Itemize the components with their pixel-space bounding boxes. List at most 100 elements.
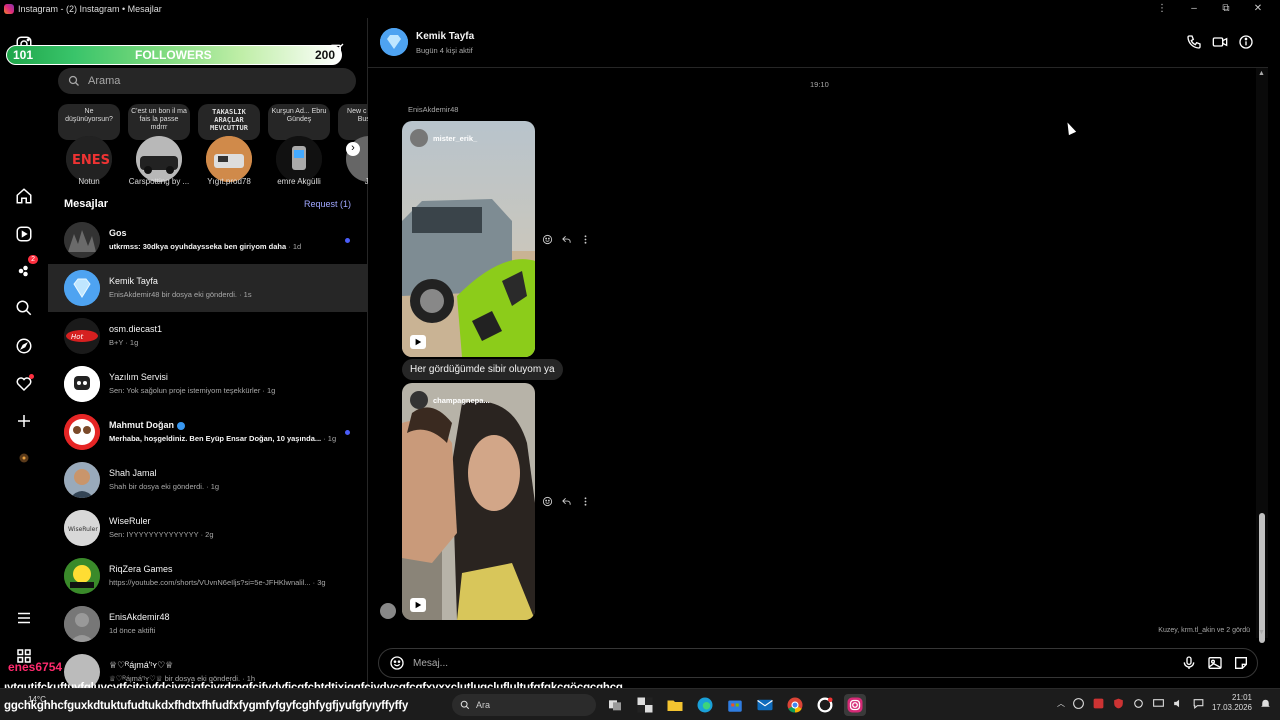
unread-dot — [345, 238, 350, 243]
mail-icon[interactable] — [754, 694, 776, 716]
conversation-name: EnisAkdemir48 — [109, 612, 170, 622]
verified-badge-icon — [177, 421, 185, 430]
messages-header: Mesajlar — [64, 198, 109, 210]
conversation-item[interactable]: RiqZera Games https://youtube.com/shorts… — [48, 552, 368, 600]
create-plus-icon[interactable] — [14, 411, 34, 431]
more-options-icon[interactable] — [580, 496, 591, 507]
tray-app-icon[interactable] — [1072, 697, 1085, 710]
store-icon[interactable] — [724, 694, 746, 716]
scrollbar-thumb[interactable] — [1259, 513, 1265, 643]
react-emoji-icon[interactable] — [542, 496, 553, 507]
system-tray: ︿ 21:01 17.03.2026 — [1057, 693, 1272, 713]
volume-icon[interactable] — [1172, 697, 1185, 710]
note-avatar — [276, 136, 322, 182]
tray-settings-icon[interactable] — [1132, 697, 1145, 710]
window-minimize-button[interactable]: – — [1178, 0, 1210, 18]
chat-bubble-icon[interactable] — [1192, 697, 1205, 710]
message-composer[interactable]: Mesaj... — [378, 648, 1258, 678]
message-timestamp: 19:10 — [810, 80, 829, 89]
scroll-down-arrow-icon[interactable]: ▼ — [1258, 629, 1265, 636]
clock-time: 21:01 — [1231, 693, 1252, 702]
conversation-avatar — [64, 222, 100, 258]
conversation-name: RiqZera Games — [109, 564, 173, 574]
reply-icon[interactable] — [561, 234, 572, 245]
conversation-time: · 1g — [321, 434, 337, 443]
conversation-item[interactable]: Shah Jamal Shah bir dosya eki gönderdi. … — [48, 456, 368, 504]
info-icon[interactable] — [1238, 34, 1254, 50]
search-input[interactable]: Arama — [58, 68, 356, 94]
edge-browser-icon[interactable] — [694, 694, 716, 716]
followers-progress-bar: 101 FOLLOWERS 200 — [6, 45, 342, 65]
profile-avatar-icon[interactable] — [14, 448, 34, 468]
reels-icon[interactable] — [14, 224, 34, 244]
conversation-avatar — [64, 414, 100, 450]
notifications-bell-icon[interactable] — [1259, 697, 1272, 710]
window-menu-button[interactable]: ⋮ — [1146, 0, 1178, 18]
reel-author-name: mister_erik_ — [433, 133, 478, 143]
conversation-name-text: Mahmut Doğan — [109, 420, 174, 430]
request-link[interactable]: Request (1) — [304, 199, 351, 209]
image-upload-icon[interactable] — [1207, 655, 1223, 671]
window-maximize-button[interactable]: ⧉ — [1210, 0, 1242, 18]
reel-play-icon — [410, 335, 426, 349]
sticker-icon[interactable] — [1233, 655, 1249, 671]
conversation-item[interactable]: WiseRuler WiseRuler Sen: IYYYYYYYYYYYYYY… — [48, 504, 368, 552]
task-view-icon[interactable] — [604, 694, 626, 716]
notes-next-arrow-icon[interactable]: › — [346, 142, 360, 156]
conversation-item[interactable]: Yazılım Servisi Sen: Yok sağolun proje i… — [48, 360, 368, 408]
chat-scrollbar[interactable]: ▲ ▼ — [1256, 68, 1268, 643]
conversation-name: Shah Jamal — [109, 468, 157, 478]
conversation-preview: B+Y — [109, 338, 124, 347]
conversation-preview: Shah bir dosya eki gönderdi. — [109, 482, 205, 491]
github-desktop-icon[interactable] — [814, 694, 836, 716]
network-icon[interactable] — [1152, 697, 1165, 710]
conversation-avatar — [64, 558, 100, 594]
conversation-avatar — [64, 462, 100, 498]
shared-reel-2[interactable]: champagnepa... — [402, 383, 535, 620]
notifications-heart-icon[interactable] — [14, 374, 34, 394]
react-emoji-icon[interactable] — [542, 234, 553, 245]
chat-name[interactable]: Kemik Tayfa — [416, 31, 474, 42]
home-icon[interactable] — [14, 186, 34, 206]
reply-icon[interactable] — [561, 496, 572, 507]
conversation-time: · 1s — [236, 290, 252, 299]
more-menu-icon[interactable] — [14, 608, 34, 628]
scroll-up-arrow-icon[interactable]: ▲ — [1258, 70, 1265, 77]
taskbar-search-icon — [460, 700, 470, 710]
conversation-item[interactable]: EnisAkdemir48 1d önce aktifti — [48, 600, 368, 648]
note-avatar — [136, 136, 182, 182]
note-name: Yıgıt.prod78 — [207, 177, 251, 186]
conversation-item-active[interactable]: Kemik Tayfa EnisAkdemir48 bir dosya eki … — [48, 264, 368, 312]
conversation-item[interactable]: Gos utkrmss: 30dkya oyuhdaysseka ben gir… — [48, 216, 368, 264]
reel-thumbnail-2 — [402, 383, 535, 620]
explore-icon[interactable] — [14, 336, 34, 356]
messenger-icon[interactable]: 2 — [14, 255, 38, 281]
shared-reel-1[interactable]: mister_erik_ — [402, 121, 535, 357]
conversation-time: · 1g — [123, 338, 139, 347]
system-clock[interactable]: 21:01 17.03.2026 — [1212, 693, 1252, 713]
reel-author-avatar — [410, 129, 428, 147]
conversation-item[interactable]: Mahmut Doğan Merhaba, hoşgeldiniz. Ben E… — [48, 408, 368, 456]
note-name: Carspotting by ... — [128, 177, 190, 186]
instagram-app-icon — [4, 4, 14, 14]
video-call-icon[interactable] — [1212, 34, 1228, 50]
emoji-picker-icon[interactable] — [389, 655, 405, 671]
tray-shield-icon[interactable] — [1112, 697, 1125, 710]
taskbar-search[interactable]: Ara — [452, 694, 596, 716]
conversation-name: osm.diecast1 — [109, 324, 163, 334]
text-message[interactable]: Her gördüğümde sibir oluyom ya — [402, 359, 563, 380]
more-options-icon[interactable] — [580, 234, 591, 245]
microphone-icon[interactable] — [1181, 655, 1197, 671]
show-hidden-icons-chevron-icon[interactable]: ︿ — [1057, 698, 1065, 709]
chess-app-icon[interactable] — [634, 694, 656, 716]
search-icon[interactable] — [14, 298, 34, 318]
tray-red-app-icon[interactable] — [1092, 697, 1105, 710]
chat-avatar[interactable] — [380, 28, 408, 56]
phone-call-icon[interactable] — [1186, 34, 1202, 50]
chrome-icon[interactable] — [784, 694, 806, 716]
overlay-username: enes6754 — [8, 660, 62, 674]
conversation-item[interactable]: Hot osm.diecast1 B+Y · 1g — [48, 312, 368, 360]
file-explorer-icon[interactable] — [664, 694, 686, 716]
instagram-taskbar-icon[interactable] — [844, 694, 866, 716]
window-close-button[interactable]: ✕ — [1242, 0, 1274, 18]
